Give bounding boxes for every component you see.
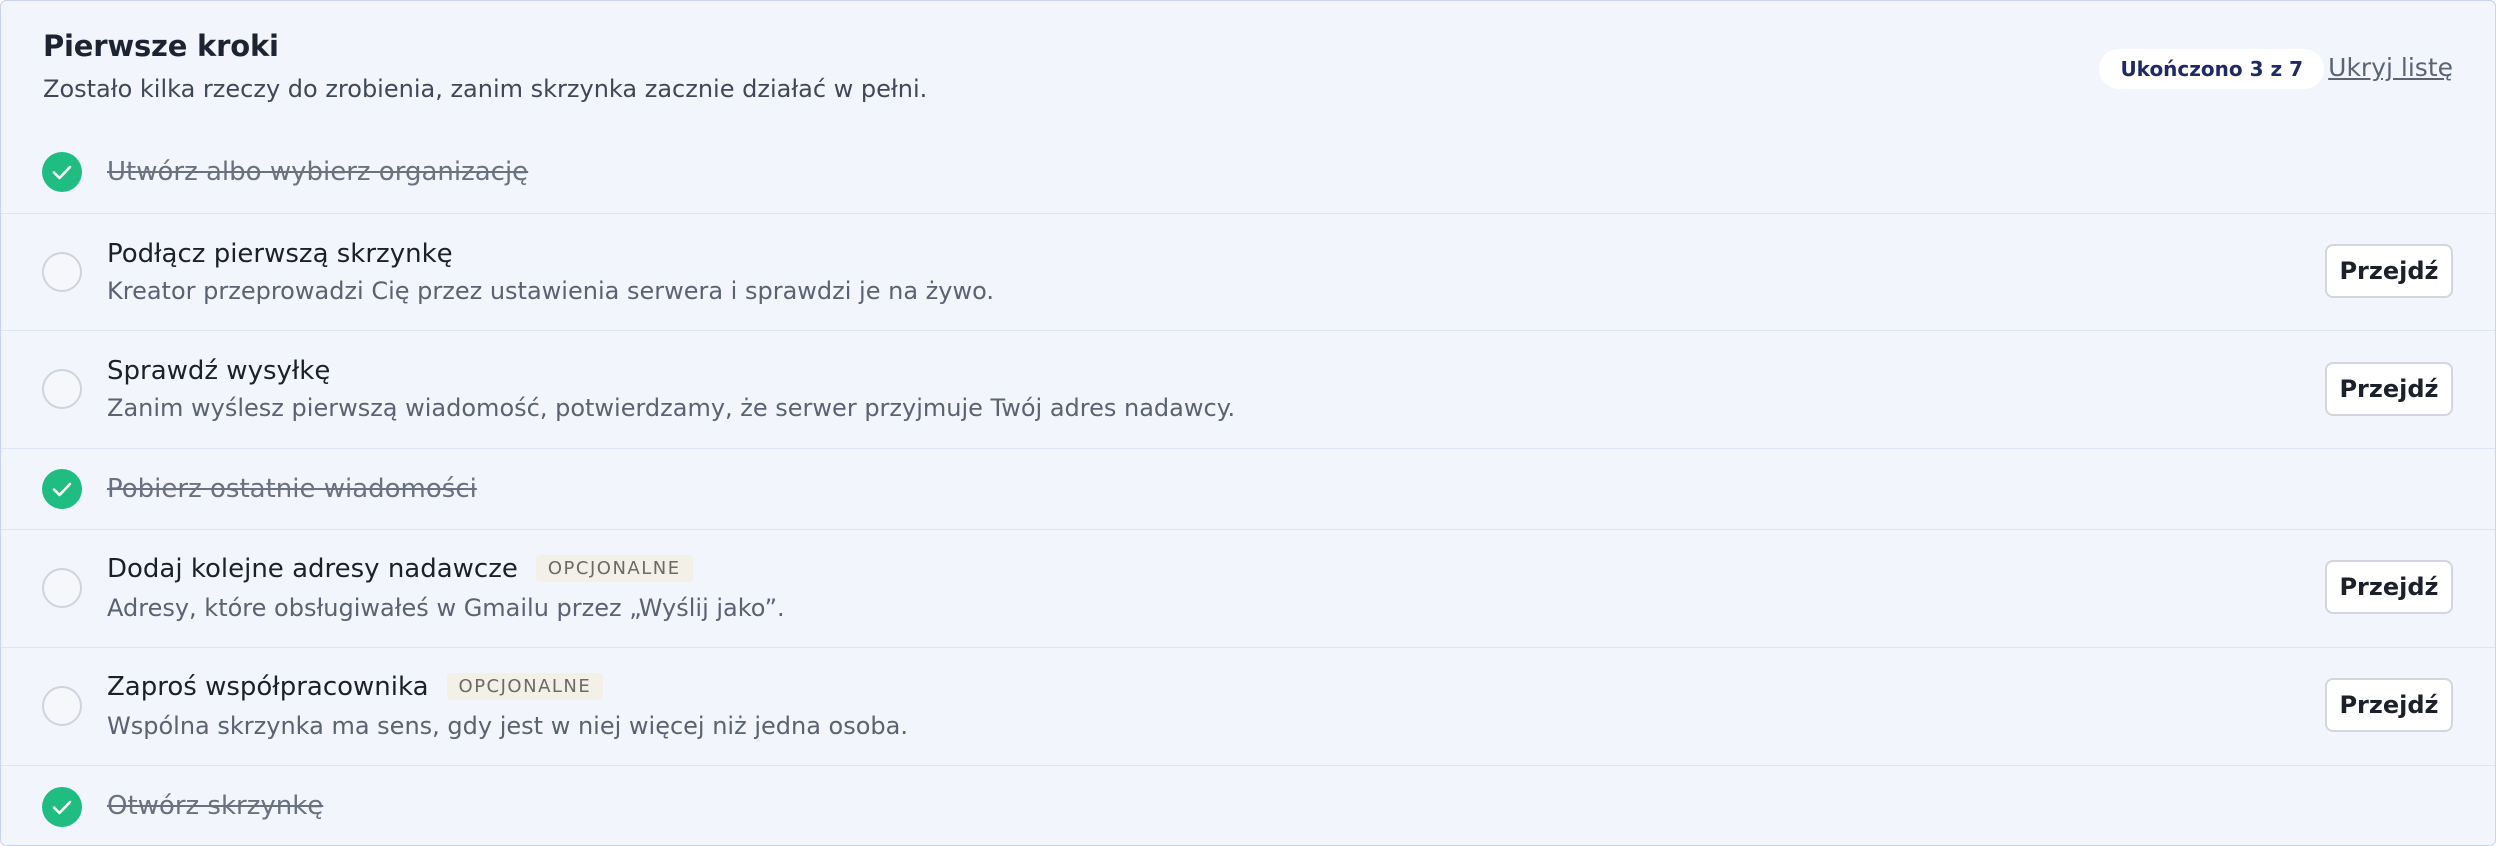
empty-circle-icon [42, 686, 82, 726]
getting-started-panel: Pierwsze kroki Zostało kilka rzeczy do z… [0, 0, 2496, 846]
hide-list-link[interactable]: Ukryj listę [2328, 53, 2453, 82]
go-button[interactable]: Przejdź [2325, 678, 2453, 732]
step-title: Dodaj kolejne adresy nadawcze OPCJONALNE [107, 554, 693, 584]
step-invite-collaborator: Zaproś współpracownika OPCJONALNE Wspólna… [1, 647, 2495, 766]
panel-header: Pierwsze kroki Zostało kilka rzeczy do z… [1, 1, 2495, 139]
step-title-text: Dodaj kolejne adresy nadawcze [107, 554, 518, 584]
progress-badge: Ukończono 3 z 7 [2099, 49, 2324, 89]
go-button[interactable]: Przejdź [2325, 244, 2453, 298]
step-title: Zaproś współpracownika OPCJONALNE [107, 672, 604, 702]
step-fetch-messages: Pobierz ostatnie wiadomości [1, 448, 2495, 530]
empty-circle-icon [42, 252, 82, 292]
page-subtitle: Zostało kilka rzeczy do zrobienia, zanim… [43, 75, 928, 103]
empty-circle-icon [42, 568, 82, 608]
empty-circle-icon [42, 369, 82, 409]
step-title: Podłącz pierwszą skrzynkę [107, 239, 453, 269]
step-title: Sprawdź wysyłkę [107, 356, 331, 386]
step-title: Utwórz albo wybierz organizację [107, 157, 529, 187]
check-icon [42, 469, 82, 509]
step-check-sending: Sprawdź wysyłkę Zanim wyślesz pierwszą w… [1, 330, 2495, 449]
step-title-text: Zaproś współpracownika [107, 672, 429, 702]
check-icon [42, 787, 82, 827]
step-description: Adresy, które obsługiwałeś w Gmailu prze… [107, 594, 785, 622]
step-connect-mailbox: Podłącz pierwszą skrzynkę Kreator przepr… [1, 213, 2495, 331]
step-description: Wspólna skrzynka ma sens, gdy jest w nie… [107, 712, 908, 740]
go-button[interactable]: Przejdź [2325, 560, 2453, 614]
step-open-mailbox: Otwórz skrzynkę [1, 765, 2495, 845]
step-title: Otwórz skrzynkę [107, 791, 324, 821]
go-button[interactable]: Przejdź [2325, 362, 2453, 416]
step-description: Kreator przeprowadzi Cię przez ustawieni… [107, 277, 994, 305]
step-add-sender-addresses: Dodaj kolejne adresy nadawcze OPCJONALNE … [1, 529, 2495, 648]
optional-badge: OPCJONALNE [446, 673, 604, 700]
step-title: Pobierz ostatnie wiadomości [107, 474, 477, 504]
page-title: Pierwsze kroki [43, 29, 279, 63]
step-description: Zanim wyślesz pierwszą wiadomość, potwie… [107, 394, 1236, 422]
optional-badge: OPCJONALNE [535, 555, 693, 582]
step-create-organization: Utwórz albo wybierz organizację [1, 139, 2495, 213]
check-icon [42, 152, 82, 192]
